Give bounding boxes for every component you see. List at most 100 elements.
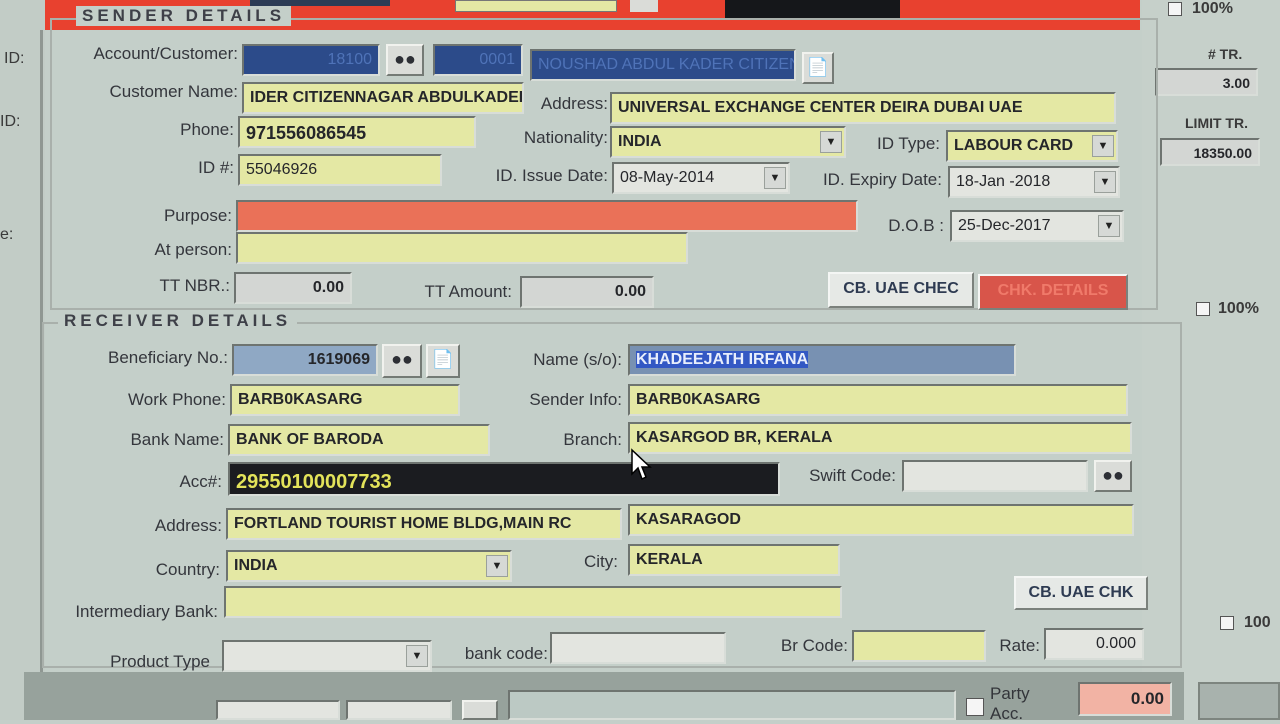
account-search-binoculars-icon[interactable]: ●● bbox=[386, 44, 424, 76]
limit-tr-label: LIMIT TR. bbox=[1185, 115, 1248, 131]
low-percent-label: 100 bbox=[1244, 614, 1271, 631]
tt-amount-label: TT Amount: bbox=[424, 282, 512, 301]
dob-label: D.O.B : bbox=[888, 216, 944, 235]
swift-search-binoculars-icon[interactable]: ●● bbox=[1094, 460, 1132, 492]
nationality-select[interactable]: INDIA ▼ bbox=[610, 126, 846, 158]
tr-label: # TR. bbox=[1208, 46, 1243, 62]
party-acc-checkbox[interactable] bbox=[966, 698, 984, 716]
idtype-label: ID Type: bbox=[877, 134, 940, 153]
tt-amount-field[interactable]: 0.00 bbox=[520, 276, 654, 308]
receiver-name-value: KHADEEJATH IRFANA bbox=[636, 351, 809, 368]
left-panel bbox=[0, 0, 45, 720]
top-field-2 bbox=[455, 0, 617, 12]
branch-field[interactable]: KASARGOD BR, KERALA bbox=[628, 422, 1132, 454]
limit-tr-value-field: 18350.00 bbox=[1160, 138, 1260, 166]
br-code-label: Br Code: bbox=[780, 636, 848, 655]
cb-uae-chk-button[interactable]: CB. UAE CHK bbox=[1014, 576, 1148, 610]
rate-label: Rate: bbox=[999, 636, 1040, 655]
expiry-date-chevron-down-icon[interactable]: ▼ bbox=[1094, 171, 1116, 193]
country-select[interactable]: INDIA ▼ bbox=[226, 550, 512, 582]
receiver-name-field[interactable]: KHADEEJATH IRFANA bbox=[628, 344, 1016, 376]
party-acc-label: Party Acc. bbox=[990, 684, 1030, 723]
beneficiary-no-field[interactable]: 1619069 bbox=[232, 344, 378, 376]
nationality-chevron-down-icon[interactable]: ▼ bbox=[820, 131, 842, 153]
phone-field[interactable]: 971556086545 bbox=[238, 116, 476, 148]
receiver-address-field-1[interactable]: FORTLAND TOURIST HOME BLDG,MAIN RC bbox=[226, 508, 622, 540]
beneficiary-open-file-icon[interactable]: 📄 bbox=[426, 344, 460, 378]
tr-value-field: 3.00 bbox=[1155, 68, 1258, 96]
left-id-label-1: ID: bbox=[4, 50, 25, 67]
br-code-field[interactable] bbox=[852, 630, 986, 662]
expiry-date-value: 18-Jan -2018 bbox=[956, 173, 1051, 190]
party-acc-field[interactable]: 0.00 bbox=[1078, 682, 1172, 716]
bottom-field-2[interactable] bbox=[346, 700, 452, 720]
at-person-field[interactable] bbox=[236, 232, 688, 264]
swift-code-field[interactable] bbox=[902, 460, 1088, 492]
city-label: City: bbox=[584, 552, 618, 571]
at-person-label: At person: bbox=[154, 240, 233, 259]
issue-date-select[interactable]: 08-May-2014 ▼ bbox=[612, 162, 790, 194]
nationality-value: INDIA bbox=[618, 133, 662, 150]
work-phone-field[interactable]: BARB0KASARG bbox=[230, 384, 460, 416]
issue-date-chevron-down-icon[interactable]: ▼ bbox=[764, 167, 786, 189]
id-number-field[interactable]: 55046926 bbox=[238, 154, 442, 186]
bottom-binoculars-icon[interactable] bbox=[462, 700, 498, 720]
purpose-label: Purpose: bbox=[163, 206, 232, 225]
bank-name-field[interactable]: BANK OF BARODA bbox=[228, 424, 490, 456]
top-field-3 bbox=[725, 0, 900, 18]
left-e-label: e: bbox=[0, 226, 14, 243]
product-type-chevron-down-icon[interactable]: ▼ bbox=[406, 645, 428, 667]
bottom-right-box bbox=[1198, 682, 1280, 720]
bottom-field-1[interactable] bbox=[216, 700, 340, 720]
city-field[interactable]: KERALA bbox=[628, 544, 840, 576]
receiver-address-label: Address: bbox=[154, 516, 222, 535]
receiver-address-field-2[interactable]: KASARAGOD bbox=[628, 504, 1134, 536]
account-number-field[interactable]: 18100 bbox=[242, 44, 380, 76]
bank-code-label: bank code: bbox=[464, 644, 548, 663]
nationality-label: Nationality: bbox=[523, 128, 608, 147]
country-chevron-down-icon[interactable]: ▼ bbox=[486, 555, 508, 577]
low-percent-checkbox[interactable] bbox=[1220, 616, 1234, 630]
bank-code-field[interactable] bbox=[550, 632, 726, 664]
receiver-name-label: Name (s/o): bbox=[533, 350, 622, 369]
idtype-value: LABOUR CARD bbox=[954, 137, 1074, 154]
account-customer-label: Account/Customer: bbox=[93, 44, 238, 63]
account-code-field[interactable]: 0001 bbox=[433, 44, 523, 76]
mid-percent-checkbox[interactable] bbox=[1196, 302, 1210, 316]
beneficiary-search-binoculars-icon[interactable]: ●● bbox=[382, 344, 422, 378]
chk-details-button[interactable]: CHK. DETAILS bbox=[978, 274, 1128, 310]
mid-percent-label: 100% bbox=[1218, 300, 1259, 317]
rate-field[interactable]: 0.000 bbox=[1044, 628, 1144, 660]
beneficiary-no-label: Beneficiary No.: bbox=[108, 348, 228, 367]
account-open-file-icon[interactable]: 📄 bbox=[802, 52, 834, 84]
customer-name-label: Customer Name: bbox=[109, 82, 238, 101]
dob-chevron-down-icon[interactable]: ▼ bbox=[1098, 215, 1120, 237]
account-name-field[interactable]: NOUSHAD ABDUL KADER CITIZEN bbox=[530, 49, 796, 81]
dob-select[interactable]: 25-Dec-2017 ▼ bbox=[950, 210, 1124, 242]
sender-info-label: Sender Info: bbox=[529, 390, 622, 409]
bottom-field-3[interactable] bbox=[508, 690, 956, 720]
customer-name-field[interactable]: IDER CITIZENNAGAR ABDULKADER bbox=[242, 82, 524, 114]
top-percent-checkbox[interactable] bbox=[1168, 2, 1182, 16]
tt-nbr-field[interactable]: 0.00 bbox=[234, 272, 352, 304]
sender-address-field[interactable]: UNIVERSAL EXCHANGE CENTER DEIRA DUBAI UA… bbox=[610, 92, 1116, 124]
dob-value: 25-Dec-2017 bbox=[958, 217, 1051, 234]
sender-details-legend: SENDER DETAILS bbox=[76, 6, 292, 26]
idtype-select[interactable]: LABOUR CARD ▼ bbox=[946, 130, 1118, 162]
sender-info-field[interactable]: BARB0KASARG bbox=[628, 384, 1128, 416]
intermediary-bank-field[interactable] bbox=[224, 586, 842, 618]
phone-label: Phone: bbox=[180, 120, 234, 139]
purpose-field[interactable] bbox=[236, 200, 858, 232]
sender-address-label: Address: bbox=[540, 94, 608, 113]
country-label: Country: bbox=[155, 560, 220, 579]
expiry-date-select[interactable]: 18-Jan -2018 ▼ bbox=[948, 166, 1120, 198]
intermediary-bank-label: Intermediary Bank: bbox=[75, 602, 218, 621]
work-phone-label: Work Phone: bbox=[128, 390, 226, 409]
top-binoculars-icon[interactable] bbox=[630, 0, 658, 12]
cb-uae-chec-button[interactable]: CB. UAE CHEC bbox=[828, 272, 974, 308]
top-percent-label: 100% bbox=[1192, 0, 1233, 17]
account-no-field[interactable]: 29550100007733 bbox=[228, 462, 780, 496]
issue-date-value: 08-May-2014 bbox=[620, 169, 715, 186]
product-type-select[interactable]: ▼ bbox=[222, 640, 432, 672]
idtype-chevron-down-icon[interactable]: ▼ bbox=[1092, 135, 1114, 157]
